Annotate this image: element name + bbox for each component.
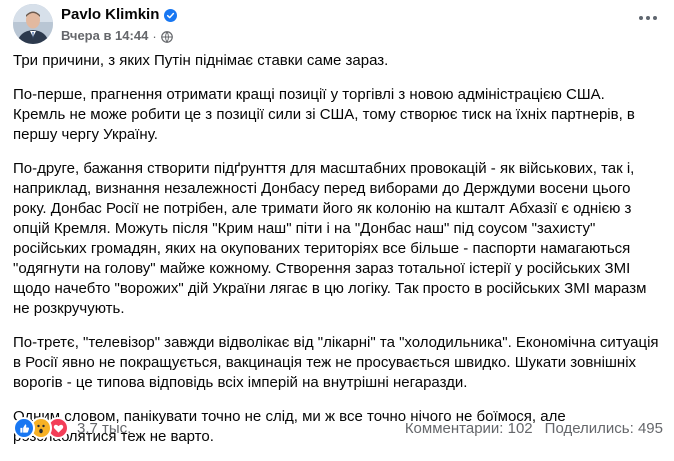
shares-count[interactable]: Поделились: 495	[545, 420, 663, 437]
post-meta: Вчера в 14:44 ·	[61, 27, 177, 45]
post-paragraph: Три причини, з яких Путін піднімає ставк…	[13, 52, 389, 69]
author-block: Pavlo Klimkin Вчера в 14:44 ·	[61, 5, 178, 45]
post-body: Три причини, з яких Путін піднімає ставк…	[13, 51, 663, 461]
reaction-count[interactable]: 3,7 тыс.	[77, 420, 131, 437]
like-icon	[13, 417, 35, 439]
facebook-post: Pavlo Klimkin Вчера в 14:44 · Три причин…	[0, 0, 674, 449]
post-timestamp[interactable]: Вчера в 14:44	[61, 28, 148, 44]
post-paragraph: По-третє, "телевізор" завжди відволікає …	[13, 334, 659, 391]
post-paragraph: По-друге, бажання створити підґрунття дл…	[13, 160, 647, 317]
avatar-photo	[13, 4, 53, 44]
meta-separator: ·	[152, 28, 157, 44]
globe-icon[interactable]	[160, 30, 173, 43]
post-footer: 3,7 тыс. Комментарии: 102 Поделились: 49…	[13, 417, 663, 439]
author-row: Pavlo Klimkin	[61, 5, 178, 25]
reactions-summary[interactable]: 3,7 тыс.	[13, 417, 131, 439]
author-name[interactable]: Pavlo Klimkin	[61, 5, 159, 25]
post-stats: Комментарии: 102 Поделились: 495	[405, 420, 663, 437]
comments-count[interactable]: Комментарии: 102	[405, 420, 533, 437]
more-options-icon[interactable]	[633, 8, 663, 28]
post-paragraph: По-перше, прагнення отримати кращі позиц…	[13, 86, 635, 143]
post-header: Pavlo Klimkin Вчера в 14:44 ·	[13, 4, 663, 48]
avatar[interactable]	[13, 4, 53, 44]
reaction-icons	[13, 417, 69, 439]
verified-badge-icon	[164, 8, 178, 22]
